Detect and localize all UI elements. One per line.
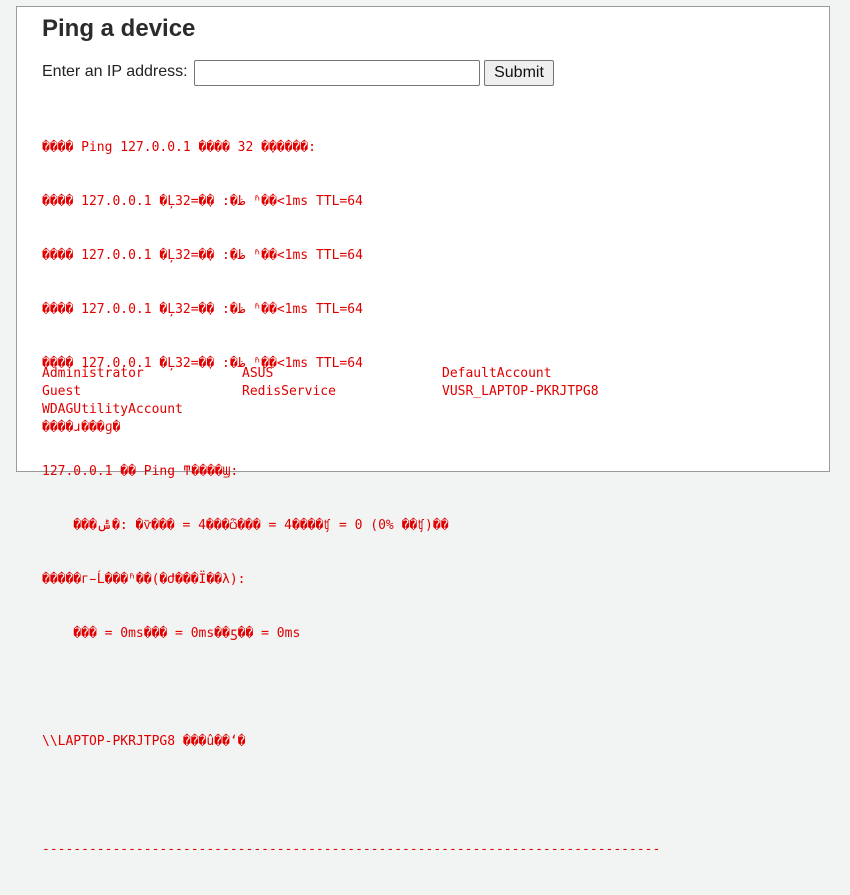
- output-line: ���� 127.0.0.1 �Ļظ�: �ֽ�=32 ʱ��<1ms TTL=…: [42, 194, 363, 209]
- account-name: WDAGUtilityAccount: [42, 402, 183, 417]
- output-line: ���� 127.0.0.1 �Ļظ�: �ֽ�=32 ʱ��<1ms TTL=…: [42, 302, 363, 317]
- output-separator: ----------------------------------------…: [42, 842, 661, 857]
- account-row: Guest RedisService VUSR_LAPTOP-PKRJTPG8: [42, 383, 642, 401]
- account-name: RedisService: [242, 384, 336, 399]
- account-name: DefaultAccount: [442, 366, 552, 381]
- ping-panel: Ping a device Enter an IP address: Submi…: [16, 6, 830, 857]
- account-name: Guest: [42, 384, 82, 399]
- output-blank-line: [42, 679, 660, 697]
- output-line: \\LAPTOP-PKRJTPG8 ���û��ʻ�: [42, 734, 246, 749]
- account-name: ASUS: [242, 366, 274, 381]
- output-line: ���� 127.0.0.1 �Ļظ�: �ֽ�=32 ʱ��<1ms TTL=…: [42, 248, 363, 263]
- account-name: VUSR_LAPTOP-PKRJTPG8: [442, 384, 599, 399]
- submit-button[interactable]: Submit: [484, 60, 554, 86]
- ip-address-input[interactable]: [194, 60, 480, 86]
- account-row: WDAGUtilityAccount: [42, 401, 642, 419]
- user-accounts-list: Administrator ASUS DefaultAccount Guest Red…: [42, 365, 642, 419]
- page-title: Ping a device: [42, 15, 196, 42]
- account-name: Administrator: [42, 366, 144, 381]
- output-line: 127.0.0.1 �� Ping ͳ����Ϣ:: [42, 464, 239, 479]
- command-status-line: ����ɹ���ɡ�: [42, 420, 121, 435]
- output-line: ��� = 0ms��� = 0ms��ƽ�� = 0ms: [42, 626, 301, 641]
- output-blank-line: [42, 787, 660, 805]
- ip-address-label: Enter an IP address:: [42, 63, 188, 80]
- output-line: ���ݰ�: �ѷ��� = 4���ѽ��� = 4����ʧ = 0 (0%…: [42, 518, 449, 533]
- output-line: �����г̵Ĺ���ʱ��(�Ժ���Ϊ��λ):: [42, 572, 246, 587]
- account-row: Administrator ASUS DefaultAccount: [42, 365, 642, 383]
- ping-output: ���� Ping 127.0.0.1 ���� 32 �ֽ�����: ���…: [42, 103, 660, 895]
- output-line: ���� Ping 127.0.0.1 ���� 32 �ֽ�����:: [42, 140, 316, 155]
